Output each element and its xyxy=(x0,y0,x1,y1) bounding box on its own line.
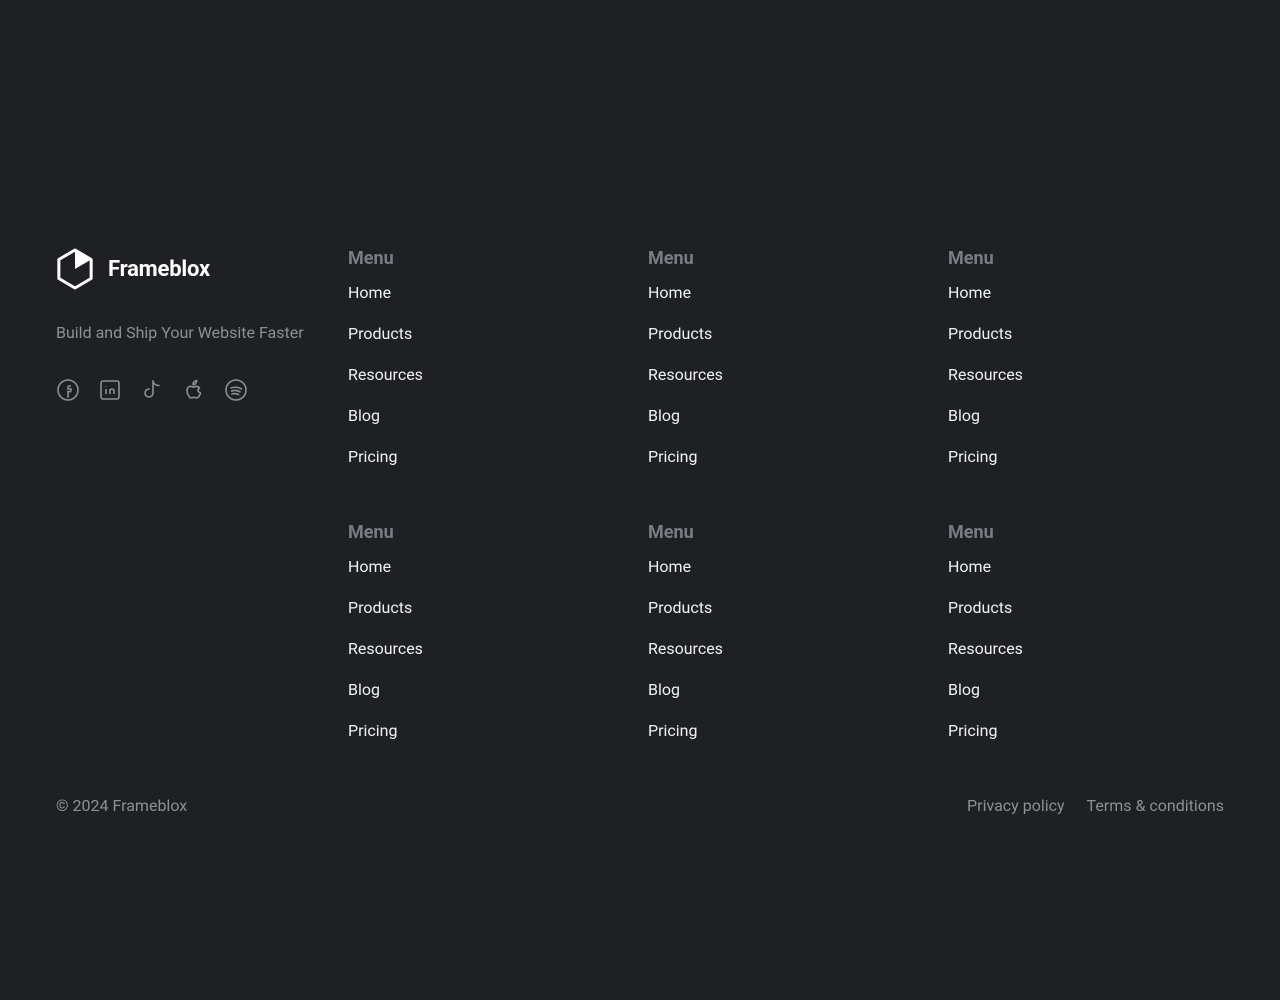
menu-block: Menu Home Products Resources Blog Pricing xyxy=(348,522,624,740)
tiktok-icon xyxy=(140,378,164,406)
social-links xyxy=(56,378,348,406)
menu-block: Menu Home Products Resources Blog Pricing xyxy=(648,522,924,740)
menu-link[interactable]: Resources xyxy=(348,639,423,658)
menu-list: Home Products Resources Blog Pricing xyxy=(648,557,924,740)
footer-bottom-bar: © 2024 Frameblox Privacy policy Terms & … xyxy=(56,796,1224,815)
footer: Frameblox Build and Ship Your Website Fa… xyxy=(24,160,1256,815)
menu-link[interactable]: Products xyxy=(948,598,1012,617)
facebook-icon xyxy=(56,378,80,406)
menu-link[interactable]: Resources xyxy=(648,365,723,384)
brand-name: Frameblox xyxy=(108,257,210,282)
menu-link[interactable]: Blog xyxy=(348,680,380,699)
menu-title: Menu xyxy=(348,522,624,543)
menu-title: Menu xyxy=(948,248,1224,269)
menu-link[interactable]: Resources xyxy=(948,365,1023,384)
menu-list: Home Products Resources Blog Pricing xyxy=(348,557,624,740)
apple-icon xyxy=(182,378,206,406)
terms-link[interactable]: Terms & conditions xyxy=(1087,796,1224,815)
menu-link[interactable]: Home xyxy=(648,283,691,302)
menu-title: Menu xyxy=(348,248,624,269)
menu-link[interactable]: Pricing xyxy=(348,447,398,466)
spotify-icon xyxy=(224,378,248,406)
menu-link[interactable]: Home xyxy=(948,283,991,302)
menu-link[interactable]: Blog xyxy=(948,680,980,699)
menu-link[interactable]: Resources xyxy=(348,365,423,384)
menus-grid: MenuHomeProductsResourcesBlogPricingMenu… xyxy=(348,248,1224,740)
menu-link[interactable]: Pricing xyxy=(948,447,998,466)
menu-link[interactable]: Pricing xyxy=(948,721,998,740)
facebook-link[interactable] xyxy=(56,378,80,406)
menu-link[interactable]: Products xyxy=(948,324,1012,343)
menu-block: Menu Home Products Resources Blog Pricing xyxy=(348,248,624,466)
menu-link[interactable]: Products xyxy=(348,598,412,617)
menu-block: Menu Home Products Resources Blog Pricing xyxy=(948,522,1224,740)
menu-block: Menu Home Products Resources Blog Pricing xyxy=(948,248,1224,466)
spotify-link[interactable] xyxy=(224,378,248,406)
menu-link[interactable]: Resources xyxy=(648,639,723,658)
linkedin-icon xyxy=(98,378,122,406)
menu-block: Menu Home Products Resources Blog Pricing xyxy=(648,248,924,466)
menu-list: Home Products Resources Blog Pricing xyxy=(948,283,1224,466)
menu-list: Home Products Resources Blog Pricing xyxy=(348,283,624,466)
copyright: © 2024 Frameblox xyxy=(56,796,187,815)
menu-link[interactable]: Pricing xyxy=(648,447,698,466)
menu-link[interactable]: Blog xyxy=(648,406,680,425)
tiktok-link[interactable] xyxy=(140,378,164,406)
legal-links: Privacy policy Terms & conditions xyxy=(967,796,1224,815)
menu-link[interactable]: Blog xyxy=(348,406,380,425)
menu-link[interactable]: Pricing xyxy=(348,721,398,740)
linkedin-link[interactable] xyxy=(98,378,122,406)
menu-link[interactable]: Home xyxy=(648,557,691,576)
brand-tagline: Build and Ship Your Website Faster xyxy=(56,322,348,344)
menu-link[interactable]: Home xyxy=(348,283,391,302)
menu-title: Menu xyxy=(648,522,924,543)
menu-title: Menu xyxy=(648,248,924,269)
logo-mark-icon xyxy=(56,248,94,290)
menu-title: Menu xyxy=(948,522,1224,543)
menu-link[interactable]: Products xyxy=(648,324,712,343)
menu-list: Home Products Resources Blog Pricing xyxy=(948,557,1224,740)
menu-link[interactable]: Blog xyxy=(648,680,680,699)
menu-link[interactable]: Resources xyxy=(948,639,1023,658)
menu-link[interactable]: Products xyxy=(648,598,712,617)
logo: Frameblox xyxy=(56,248,348,290)
menu-link[interactable]: Home xyxy=(948,557,991,576)
brand-column: Frameblox Build and Ship Your Website Fa… xyxy=(56,248,348,740)
menu-link[interactable]: Products xyxy=(348,324,412,343)
menu-link[interactable]: Pricing xyxy=(648,721,698,740)
menu-list: Home Products Resources Blog Pricing xyxy=(648,283,924,466)
apple-link[interactable] xyxy=(182,378,206,406)
footer-grid: Frameblox Build and Ship Your Website Fa… xyxy=(56,160,1224,740)
menu-link[interactable]: Home xyxy=(348,557,391,576)
privacy-policy-link[interactable]: Privacy policy xyxy=(967,796,1065,815)
menu-link[interactable]: Blog xyxy=(948,406,980,425)
